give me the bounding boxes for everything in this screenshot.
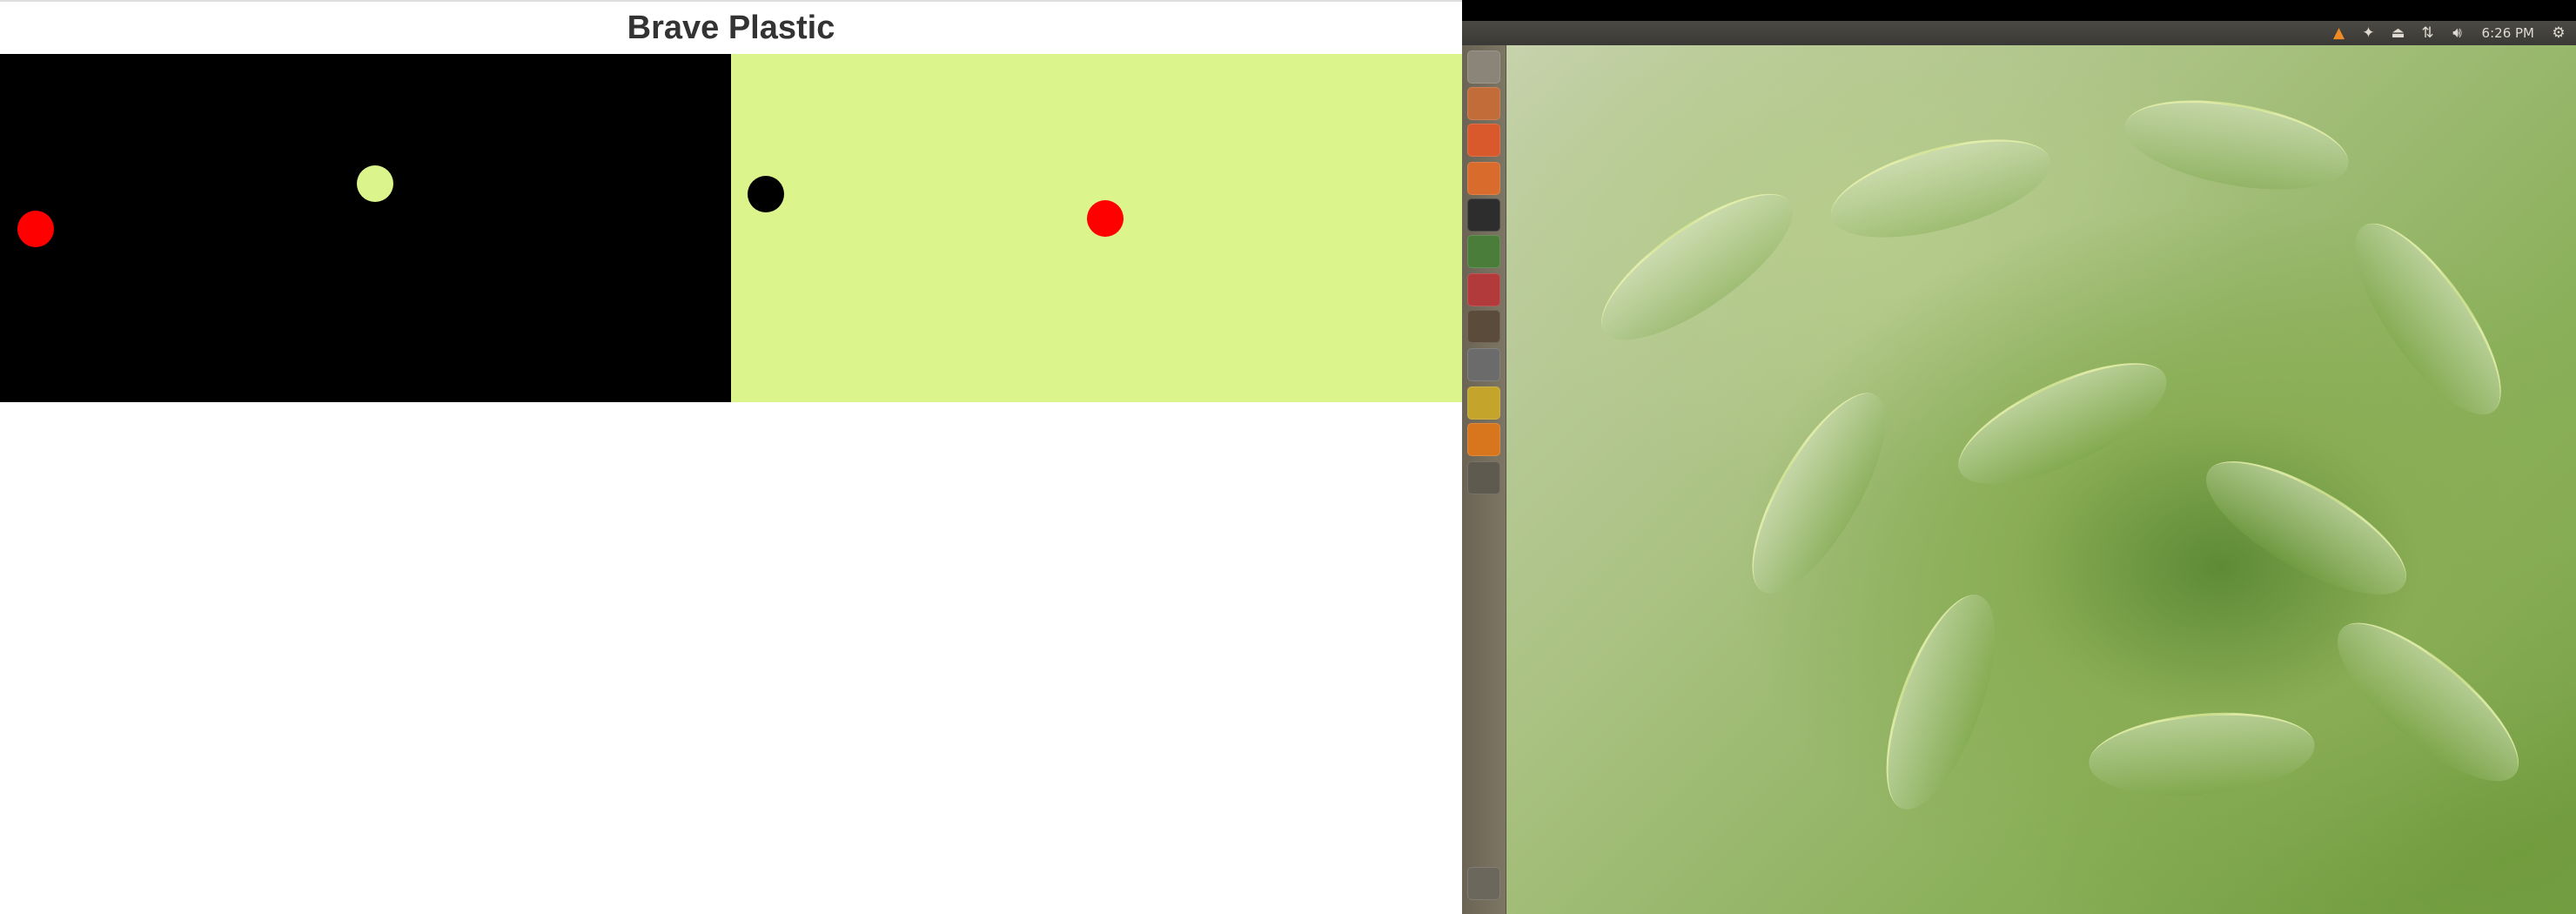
dash-home-icon[interactable]	[1467, 50, 1500, 84]
wallpaper-petal	[1821, 119, 2061, 258]
software-center-icon[interactable]	[1467, 162, 1500, 195]
transfer-icon[interactable]: ⏏	[2390, 24, 2407, 42]
downloader-icon[interactable]	[1467, 273, 1500, 306]
browser-page: Brave Plastic	[0, 0, 1462, 914]
trash-icon[interactable]	[1467, 867, 1500, 900]
wallpaper-petal	[2330, 203, 2526, 435]
wallpaper-petal	[1580, 168, 1814, 366]
chrome-icon[interactable]	[1467, 348, 1500, 381]
firefox-icon[interactable]	[1467, 124, 1500, 157]
files-icon[interactable]	[1467, 87, 1500, 120]
top-panel: ▲ ✦ ⏏ ⇅ 🔊︎ 6:26 PM ⚙	[1462, 0, 2576, 45]
indicator-bar: ▲ ✦ ⏏ ⇅ 🔊︎ 6:26 PM ⚙	[1462, 21, 2576, 45]
wallpaper-petal	[2315, 598, 2541, 806]
wallpaper-petal	[1727, 374, 1911, 612]
wallpaper-petal	[2188, 436, 2425, 620]
vlc-launcher-icon[interactable]	[1467, 423, 1500, 456]
page-title: Brave Plastic	[627, 10, 835, 46]
clock[interactable]: 6:26 PM	[2482, 25, 2534, 41]
dot-red[interactable]	[1087, 200, 1124, 237]
wallpaper-petal	[1942, 339, 2183, 508]
launcher	[1462, 45, 1506, 914]
volume-icon[interactable]: 🔊︎	[2449, 24, 2466, 42]
wallpaper-petal	[2117, 85, 2356, 205]
wallpaper-petal	[1863, 581, 2018, 823]
terminal-icon[interactable]	[1467, 198, 1500, 232]
dot-red[interactable]	[17, 211, 54, 247]
dropbox-icon[interactable]: ✦	[2360, 24, 2378, 42]
app-green-icon[interactable]	[1467, 235, 1500, 268]
panel-right[interactable]	[731, 54, 1462, 402]
wallpaper-petal	[2085, 703, 2318, 805]
folder-yellow-icon[interactable]	[1467, 386, 1500, 420]
window-app-icon[interactable]	[1467, 461, 1500, 494]
network-icon[interactable]: ⇅	[2419, 24, 2437, 42]
dot-lime[interactable]	[357, 165, 393, 202]
sublime-text-icon[interactable]	[1467, 310, 1500, 343]
gear-icon[interactable]: ⚙	[2550, 24, 2567, 42]
vlc-icon[interactable]: ▲	[2331, 24, 2348, 42]
dot-black[interactable]	[748, 176, 784, 212]
panel-left[interactable]	[0, 54, 731, 402]
desktop-wallpaper: ▲ ✦ ⏏ ⇅ 🔊︎ 6:26 PM ⚙	[1462, 0, 2576, 914]
